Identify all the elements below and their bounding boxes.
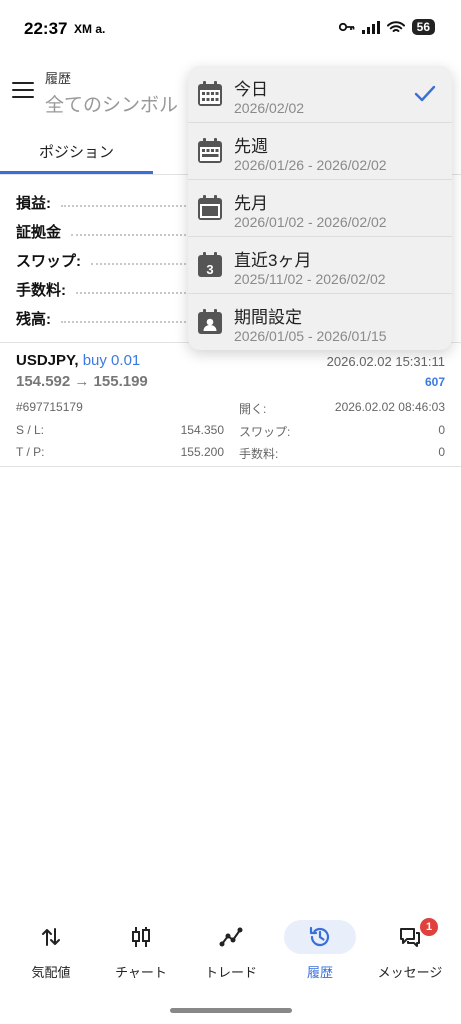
sl-label: S / L: [16,423,45,437]
nav-label-chart: チャート [115,965,167,980]
messages-badge: 1 [420,918,438,936]
symbol-filter[interactable]: 全てのシンボル [45,90,178,117]
nav-history[interactable]: 履歴 [274,912,366,992]
commission-label: 手数料: [239,447,279,461]
signal-icon [361,20,380,34]
nav-label-messages: メッセージ [377,965,443,980]
candlestick-icon [128,924,154,950]
period-option-last-month[interactable]: 先月 2026/01/02 - 2026/02/02 [188,180,452,237]
status-bar: 22:37 XM a. 56 [0,0,461,58]
tp-value: 155.200 [180,445,224,459]
open-time-value: 2026.02.02 08:46:03 [334,400,445,414]
calendar-week-icon [198,138,222,163]
period-range-last-3-months: 2025/11/02 - 2026/02/02 [234,271,386,287]
home-indicator [170,1008,292,1013]
summary-label-commission: 手数料: [16,282,66,299]
calendar-month-icon [198,195,222,220]
nav-label-quotes: 気配値 [31,965,71,980]
position-row[interactable]: USDJPY, buy 0.01 2026.02.02 15:31:11 154… [0,344,461,466]
status-time: 22:37 [24,19,68,38]
nav-messages[interactable]: 1 メッセージ [364,912,456,992]
summary-label-profit: 損益: [16,195,51,212]
period-label-custom: 期間設定 [234,308,302,327]
wifi-icon [386,20,405,32]
commission-value: 0 [438,445,445,459]
svg-text:3: 3 [206,262,213,277]
history-icon [307,924,333,950]
position-side: buy 0.01 [82,352,141,369]
swap-label: スワップ: [239,425,291,439]
position-close-time: 2026.02.02 15:31:11 [326,354,445,369]
period-range-last-month: 2026/01/02 - 2026/02/02 [234,214,387,230]
position-profit: 607 [424,375,445,389]
period-range-custom: 2026/01/05 - 2026/01/15 [234,328,387,344]
calendar-custom-icon [198,309,222,334]
summary-label-margin: 証拠金 [16,224,62,241]
position-ticket: #697715179 [16,400,83,414]
period-label-last-3-months: 直近3ヶ月 [234,251,312,270]
position-prices: 154.592 → 155.199 [16,373,148,390]
period-label-last-month: 先月 [234,194,268,213]
period-option-last-3-months[interactable]: 3 直近3ヶ月 2025/11/02 - 2026/02/02 [188,237,452,294]
position-divider [0,466,461,467]
sl-value: 154.350 [180,423,224,437]
trade-icon [218,924,244,950]
period-range-today: 2026/02/02 [234,100,305,116]
nav-quotes[interactable]: 気配値 [5,912,97,992]
period-label-today: 今日 [234,80,268,99]
summary-label-balance: 残高: [16,311,51,328]
status-app-icons: XM a. [74,22,106,36]
swap-value: 0 [438,423,445,437]
period-option-today[interactable]: 今日 2026/02/02 [188,66,452,123]
status-indicators: 56 [338,19,435,35]
nav-label-trade: トレード [204,965,257,980]
nav-label-history: 履歴 [306,965,333,980]
key-icon [338,22,355,32]
calendar-3-icon: 3 [198,252,222,277]
period-label-last-week: 先週 [234,137,268,156]
page-title: 履歴 [45,71,72,86]
position-symbol: USDJPY, buy 0.01 [16,352,141,369]
period-range-last-week: 2026/01/26 - 2026/02/02 [234,157,387,173]
open-time-label: 開く: [239,402,267,416]
period-option-last-week[interactable]: 先週 2026/01/26 - 2026/02/02 [188,123,452,180]
nav-trade[interactable]: トレード [185,912,277,992]
checkmark-icon [414,85,436,102]
nav-chart[interactable]: チャート [95,912,187,992]
quotes-icon [38,924,64,950]
calendar-day-icon [198,81,222,106]
battery-indicator: 56 [411,19,435,35]
period-option-custom[interactable]: 期間設定 2026/01/05 - 2026/01/15 [188,294,452,350]
bottom-navigation: 気配値 チャート トレード 履歴 1 メッセージ [0,912,461,992]
period-dropdown: 今日 2026/02/02 先週 2026/01/26 - 2026/02/02… [188,66,452,350]
summary-label-swap: スワップ: [16,253,81,270]
tab-positions[interactable]: ポジション [0,128,153,174]
tp-label: T / P: [16,445,45,459]
menu-icon[interactable] [12,82,34,100]
